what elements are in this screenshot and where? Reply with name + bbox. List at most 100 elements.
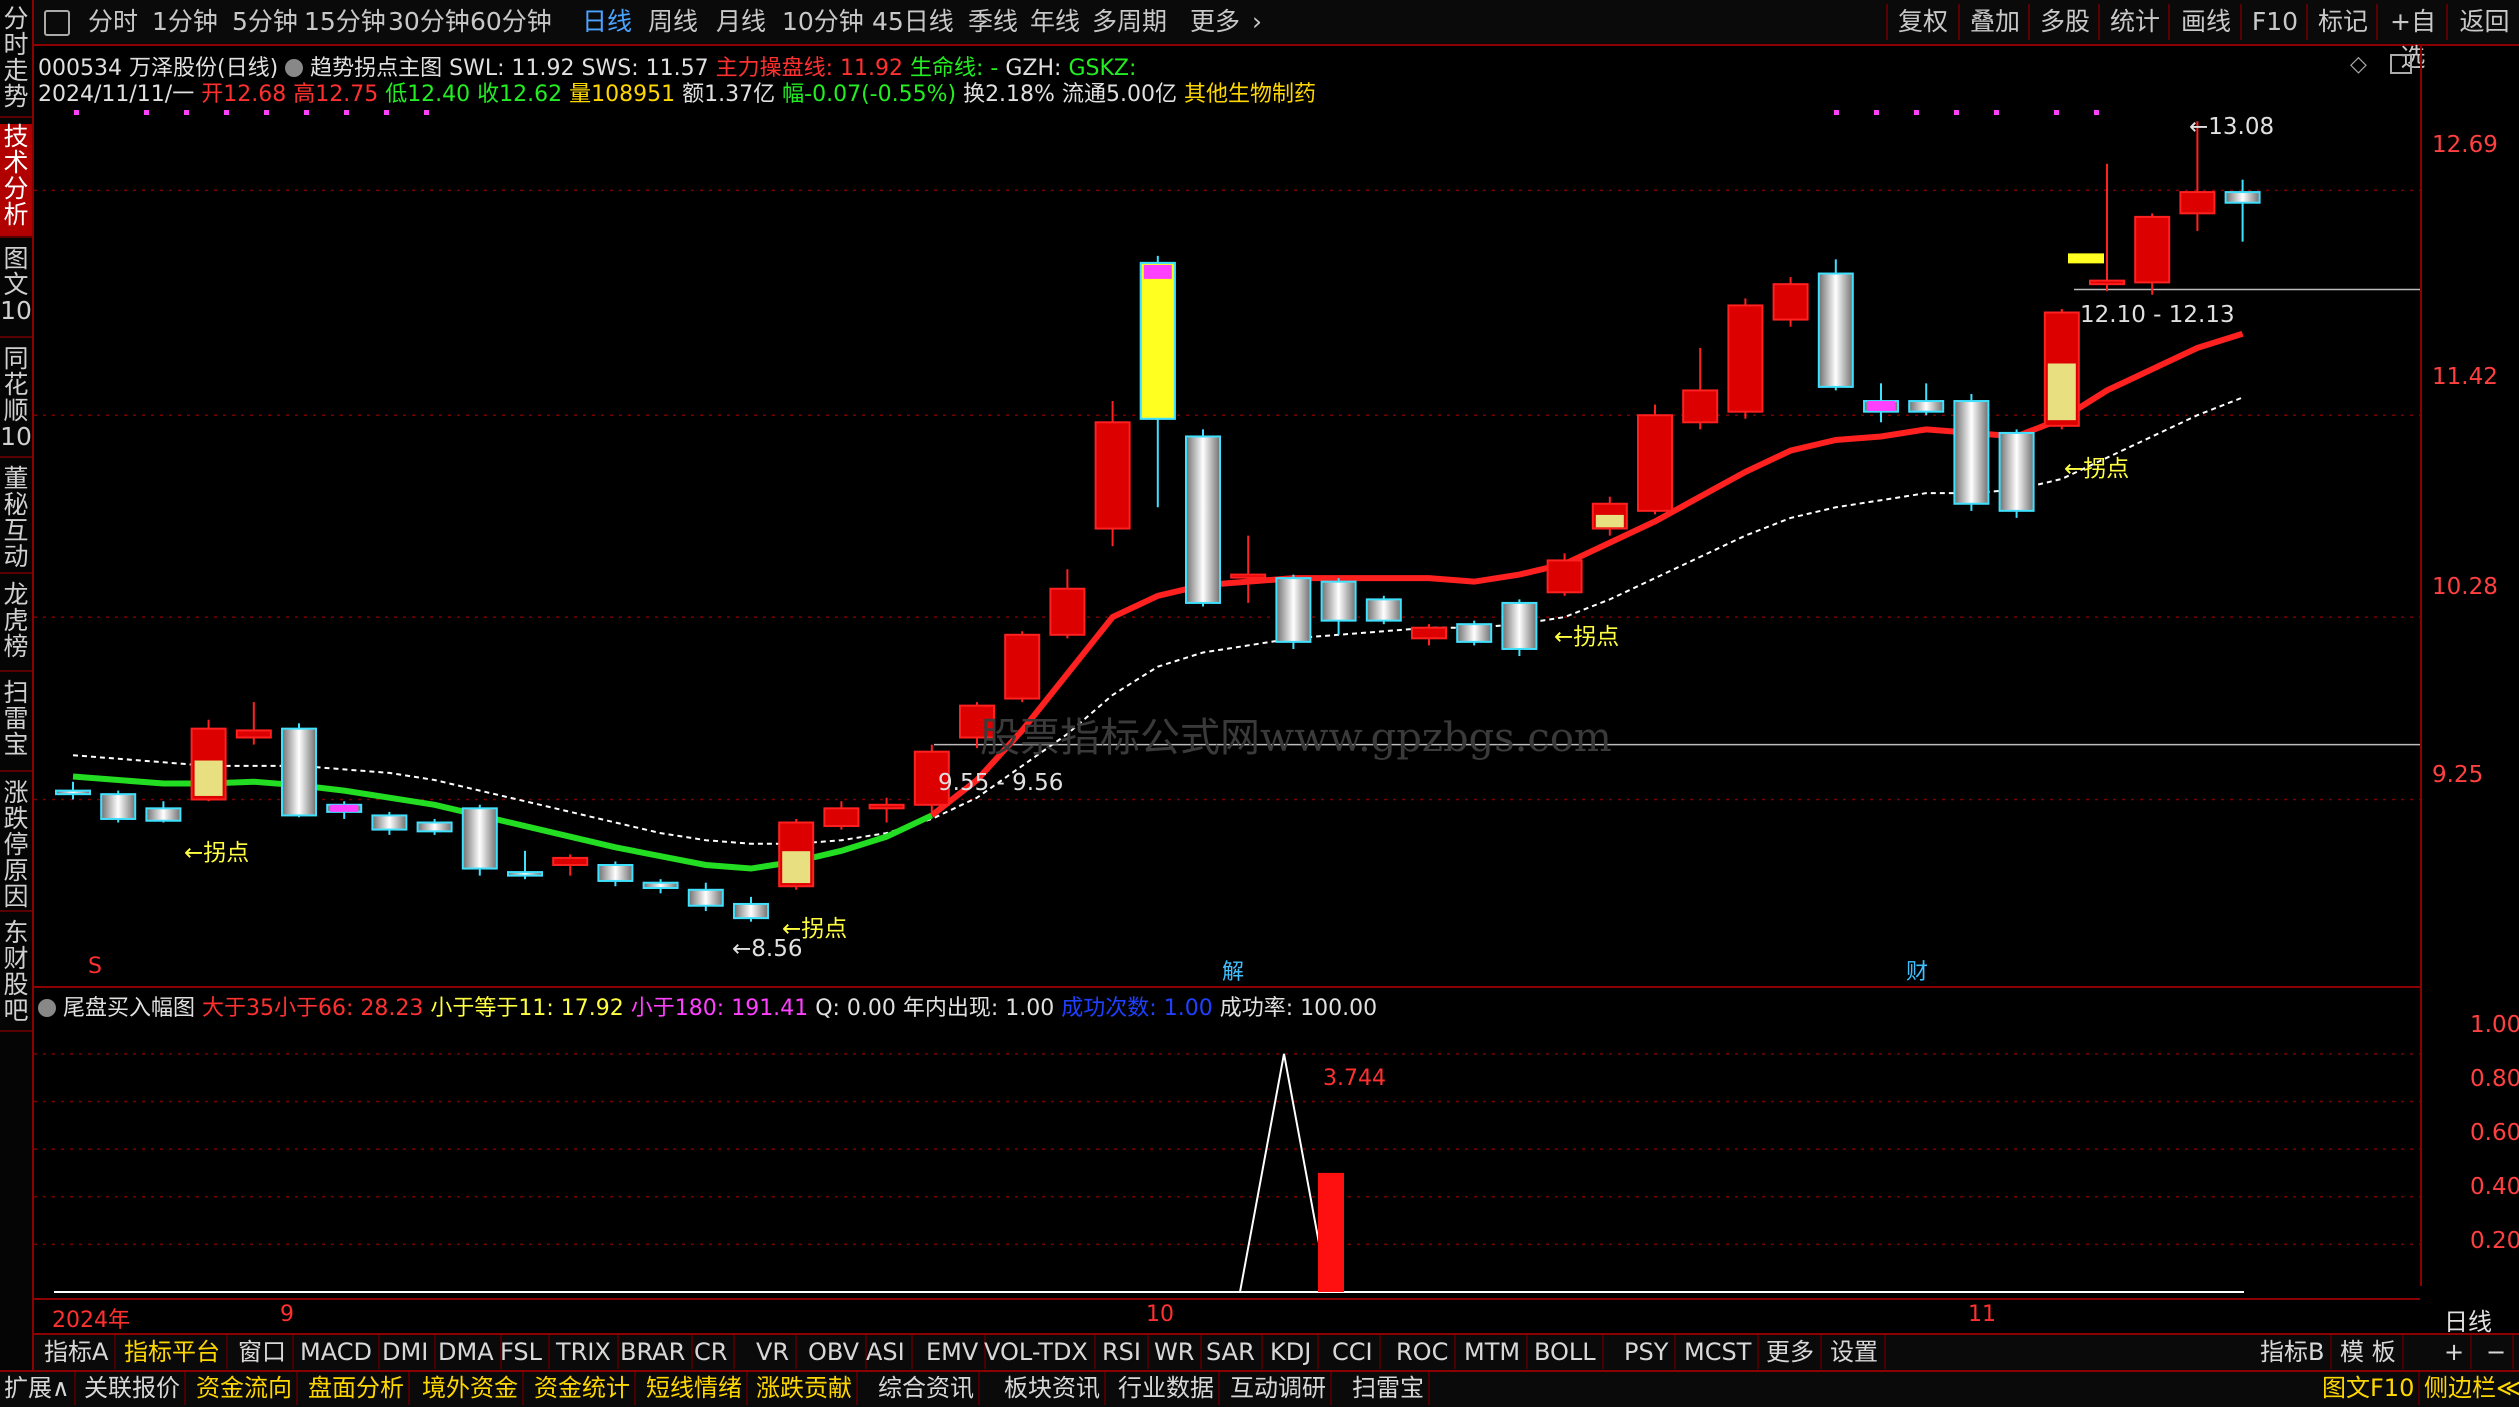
period-tab-13[interactable]: 多周期 [1092, 6, 1167, 38]
indicator-tab-8[interactable]: BRAR [614, 1335, 694, 1369]
candle-body-up [1637, 414, 1673, 512]
status-tab-8[interactable]: 综合资讯 [874, 1372, 980, 1405]
status-tab-4[interactable]: 境外资金 [418, 1372, 524, 1405]
inflection-label: ←拐点 [184, 840, 249, 866]
period-tab-3[interactable]: 15分钟 [304, 6, 386, 38]
indicator-tab-21[interactable]: MTM [1458, 1335, 1529, 1369]
indicator-tab-25[interactable]: 更多 [1760, 1335, 1822, 1369]
left-tab-6[interactable]: 扫雷宝 [0, 680, 32, 772]
sub-tick: 0.60 [2470, 1120, 2519, 1146]
sub-indicator-name[interactable]: 尾盘买入幅图 [63, 996, 195, 1021]
status-tab-11[interactable]: 互动调研 [1226, 1372, 1332, 1405]
marker-s[interactable]: S [88, 954, 102, 979]
candle-body-down [1456, 623, 1493, 643]
toolbar-btn-8[interactable]: 返回 [2446, 4, 2519, 40]
period-tab-10[interactable]: 45日线 [872, 6, 954, 38]
candle-body-down [1185, 435, 1221, 604]
status-right-1[interactable]: 侧边栏≪ [2420, 1372, 2519, 1405]
indicator-tab-6[interactable]: FSL [494, 1335, 550, 1369]
marker-jie[interactable]: 解 [1222, 954, 1244, 986]
status-tab-5[interactable]: 资金统计 [530, 1372, 636, 1405]
left-tab-2[interactable]: 图文10 [0, 246, 32, 338]
status-tab-2[interactable]: 资金流向 [192, 1372, 298, 1405]
period-tab-2[interactable]: 5分钟 [232, 6, 298, 38]
period-tab-14[interactable]: 更多 [1190, 6, 1240, 38]
left-tab-5[interactable]: 龙虎榜 [0, 582, 32, 672]
toolbar-btn-3[interactable]: 统计 [2098, 4, 2170, 40]
left-tab-3[interactable]: 同花顺10 [0, 346, 32, 458]
left-tab-1[interactable]: 技术分析 [0, 124, 32, 238]
period-tab-8[interactable]: 月线 [716, 6, 766, 38]
status-tab-9[interactable]: 板块资讯 [1000, 1372, 1106, 1405]
indicator-tab-12[interactable]: ASI [860, 1335, 913, 1369]
left-tab-8[interactable]: 东财股吧 [0, 920, 32, 1032]
period-label[interactable]: 日线 [2444, 1302, 2492, 1337]
period-tab-5[interactable]: 60分钟 [470, 6, 552, 38]
left-tab-0[interactable]: 分时走势 [0, 6, 32, 118]
status-right-0[interactable]: 图文F10 [2318, 1372, 2421, 1405]
status-tab-6[interactable]: 短线情绪 [642, 1372, 748, 1405]
toolbar-btn-5[interactable]: F10 [2240, 4, 2308, 40]
status-tab-3[interactable]: 盘面分析 [304, 1372, 410, 1405]
indicator-tab-17[interactable]: SAR [1200, 1335, 1263, 1369]
left-tab-4[interactable]: 董秘互动 [0, 466, 32, 574]
indicator-tab-11[interactable]: OBV [802, 1335, 868, 1369]
indicator-tab-24[interactable]: MCST [1678, 1335, 1760, 1369]
chart-expand-icon[interactable]: ◇ [2350, 52, 2367, 77]
indicator-tab-1[interactable]: 指标平台 [118, 1335, 228, 1369]
sub-indicator-chart[interactable] [34, 1020, 2420, 1300]
candle-body-down [733, 902, 769, 920]
period-tab-7[interactable]: 周线 [648, 6, 698, 38]
indicator-tab-26[interactable]: 设置 [1824, 1335, 1886, 1369]
indicator-tab-4[interactable]: DMI [376, 1335, 437, 1369]
chart-window-icon[interactable] [2390, 54, 2412, 74]
toolbar-btn-0[interactable]: 复权 [1886, 4, 1958, 40]
indicator-tab-20[interactable]: ROC [1390, 1335, 1457, 1369]
indicator-toggle-icon[interactable] [285, 59, 304, 77]
period-tab-12[interactable]: 年线 [1030, 6, 1080, 38]
toolbar-btn-1[interactable]: 叠加 [1958, 4, 2030, 40]
period-tab-4[interactable]: 30分钟 [388, 6, 470, 38]
period-tab-6[interactable]: 日线 [582, 6, 632, 38]
indicator-tab-14[interactable]: VOL-TDX [978, 1335, 1096, 1369]
indicator-tab-23[interactable]: PSY [1618, 1335, 1677, 1369]
candle-body-down [1365, 598, 1402, 622]
toolbar-btn-4[interactable]: 画线 [2168, 4, 2242, 40]
toolbar-btn-6[interactable]: 标记 [2306, 4, 2378, 40]
status-tab-1[interactable]: 关联报价 [80, 1372, 186, 1405]
toolbar-btn-7[interactable]: +自选 [2376, 4, 2448, 72]
indicator-tab-19[interactable]: CCI [1326, 1335, 1381, 1369]
indicator-tab-2[interactable]: 窗口 [232, 1335, 294, 1369]
indicator-right-0[interactable]: 指标B [2254, 1335, 2333, 1369]
indicator-tab-3[interactable]: MACD [294, 1335, 380, 1369]
indicator-tab-7[interactable]: TRIX [550, 1335, 619, 1369]
date-oct: 10 [1146, 1302, 1174, 1327]
more-chevron-icon[interactable]: › [1252, 6, 1262, 38]
menu-toggle-icon[interactable] [44, 10, 70, 36]
indicator-tab-15[interactable]: RSI [1096, 1335, 1149, 1369]
indicator-tab-9[interactable]: CR [688, 1335, 736, 1369]
period-tab-11[interactable]: 季线 [968, 6, 1018, 38]
status-tab-0[interactable]: 扩展∧ [0, 1372, 76, 1405]
indicator-tab-0[interactable]: 指标A [38, 1335, 117, 1369]
sub-toggle-icon[interactable] [38, 999, 56, 1017]
indicator-tab-10[interactable]: VR [750, 1335, 798, 1369]
indicator-right-2[interactable]: + [2438, 1335, 2473, 1369]
indicator-tab-16[interactable]: WR [1148, 1335, 1203, 1369]
period-tab-9[interactable]: 10分钟 [782, 6, 864, 38]
status-tab-7[interactable]: 涨跌贡献 [752, 1372, 858, 1405]
indicator-tab-5[interactable]: DMA [432, 1335, 502, 1369]
toolbar-btn-2[interactable]: 多股 [2028, 4, 2100, 40]
period-tab-0[interactable]: 分时 [88, 6, 138, 38]
marker-cai[interactable]: 财 [1906, 954, 1928, 986]
indicator-tab-22[interactable]: BOLL [1528, 1335, 1604, 1369]
candlestick-chart[interactable]: ←拐点←拐点←拐点←拐点←8.56←13.089.55 - 9.5612.10 … [34, 90, 2420, 980]
indicator-right-3[interactable]: − [2480, 1335, 2515, 1369]
indicator-right-1[interactable]: 模 板 [2334, 1335, 2404, 1369]
status-tab-12[interactable]: 扫雷宝 [1348, 1372, 1430, 1405]
indicator-tab-13[interactable]: EMV [920, 1335, 987, 1369]
status-tab-10[interactable]: 行业数据 [1114, 1372, 1220, 1405]
indicator-tab-18[interactable]: KDJ [1264, 1335, 1320, 1369]
left-tab-7[interactable]: 涨跌停原因 [0, 780, 32, 912]
period-tab-1[interactable]: 1分钟 [152, 6, 218, 38]
